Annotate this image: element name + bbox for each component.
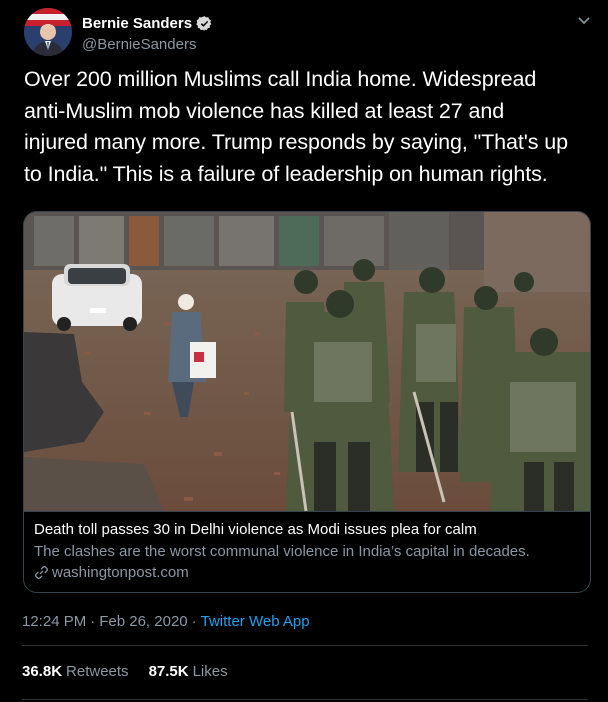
source-app-link[interactable]: Twitter Web App	[201, 613, 310, 630]
likes-stat[interactable]: 87.5K Likes	[149, 663, 228, 680]
retweets-label: Retweets	[66, 663, 129, 680]
divider	[22, 699, 588, 700]
retweets-stat[interactable]: 36.8K Retweets	[22, 663, 129, 680]
card-image[interactable]	[24, 212, 590, 511]
tweet-time[interactable]: 12:24 PM	[22, 613, 86, 630]
link-card[interactable]: Death toll passes 30 in Delhi violence a…	[23, 211, 591, 593]
chevron-down-icon[interactable]	[576, 12, 592, 28]
tweet-text: Over 200 million Muslims call India home…	[24, 64, 594, 190]
tweet-meta: 12:24 PM · Feb 26, 2020 · Twitter Web Ap…	[22, 613, 310, 630]
likes-label: Likes	[192, 663, 228, 680]
display-name[interactable]: Bernie Sanders	[82, 15, 192, 32]
author-block[interactable]: Bernie Sanders @BernieSanders	[82, 13, 213, 53]
card-domain-text[interactable]: washingtonpost.com	[52, 564, 189, 581]
tweet: Bernie Sanders @BernieSanders Over 200 m…	[0, 0, 608, 702]
retweets-count: 36.8K	[22, 663, 63, 680]
avatar[interactable]	[24, 8, 72, 56]
avatar-image	[24, 8, 72, 56]
tweet-date[interactable]: Feb 26, 2020	[99, 613, 187, 630]
car	[52, 264, 142, 331]
handle[interactable]: @BernieSanders	[82, 36, 213, 53]
card-body[interactable]: Death toll passes 30 in Delhi violence a…	[24, 511, 590, 592]
link-icon	[34, 565, 49, 580]
tweet-text-line: Over 200 million Muslims call India home…	[24, 67, 537, 91]
meta-separator: ·	[191, 613, 197, 630]
meta-separator: ·	[90, 613, 96, 630]
card-description: The clashes are the worst communal viole…	[34, 543, 530, 560]
divider	[22, 645, 588, 646]
likes-count: 87.5K	[148, 663, 189, 680]
tweet-stats: 36.8K Retweets 87.5K Likes	[22, 663, 248, 680]
tweet-text-line: anti-Muslim mob violence has killed at l…	[24, 98, 505, 123]
verified-badge-icon	[196, 15, 212, 31]
card-title[interactable]: Death toll passes 30 in Delhi violence a…	[34, 521, 477, 538]
tweet-text-line: injured many more. Trump responds by say…	[24, 130, 568, 154]
tweet-text-line: to India." This is a failure of leadersh…	[24, 161, 548, 186]
card-domain[interactable]: washingtonpost.com	[34, 564, 189, 581]
